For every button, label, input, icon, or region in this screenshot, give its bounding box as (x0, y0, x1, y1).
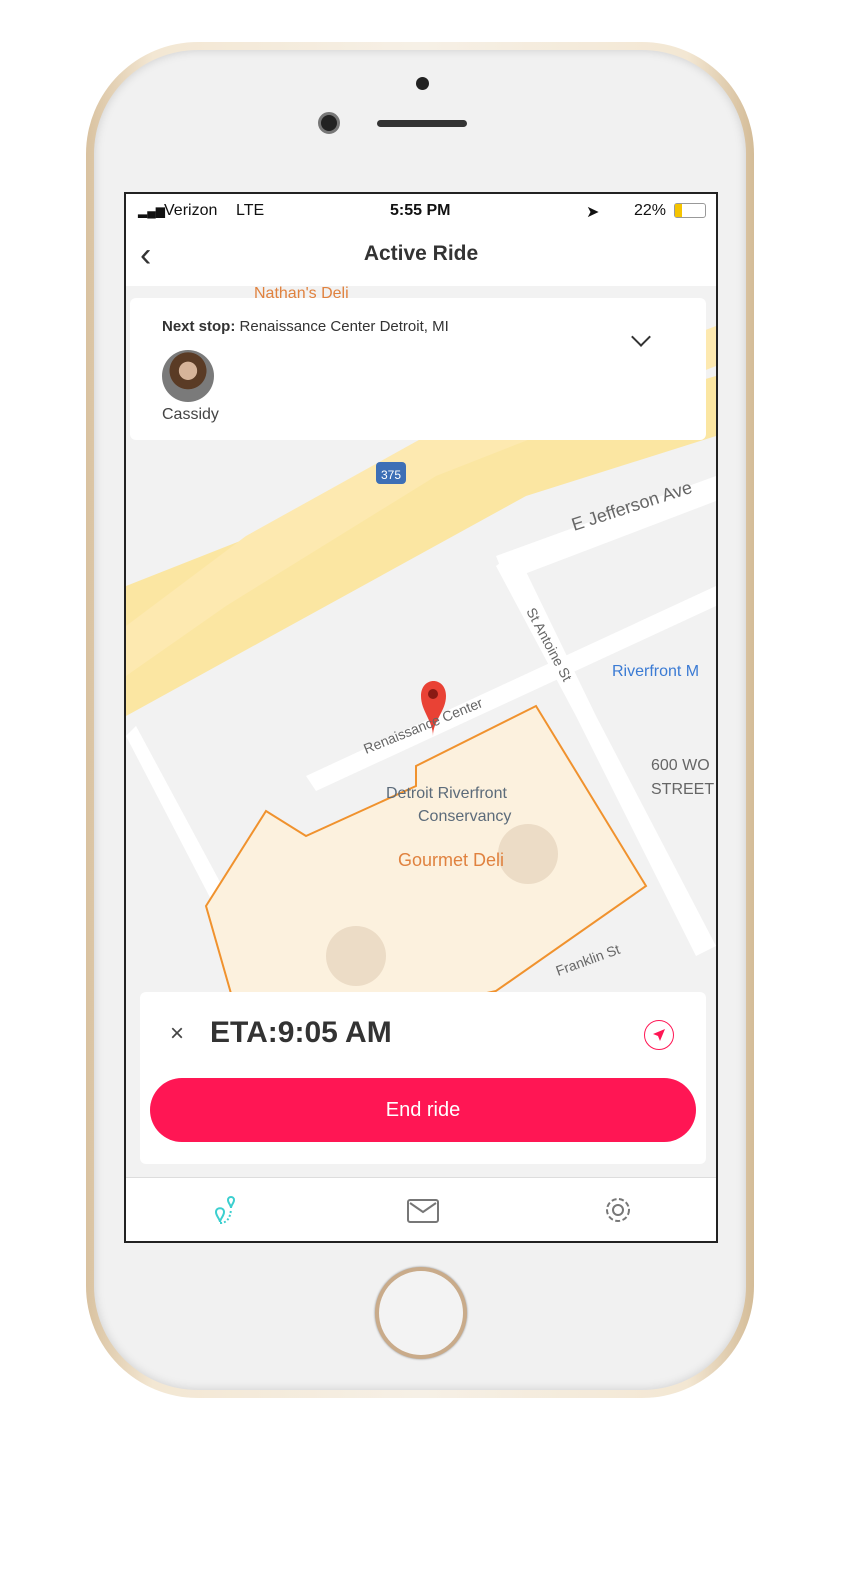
ride-card: × ETA:9:05 AM End ride (140, 992, 706, 1164)
navigate-icon[interactable] (644, 1020, 674, 1050)
screen: Nathan's Deli E Jefferson Ave St Antoine… (124, 192, 718, 1243)
earpiece (377, 120, 467, 127)
network-type: LTE (236, 202, 265, 219)
front-camera (318, 112, 340, 134)
battery-icon (674, 203, 706, 218)
location-arrow-icon: ➤ (586, 204, 600, 221)
chevron-down-icon[interactable] (631, 327, 651, 347)
home-button[interactable] (375, 1267, 467, 1359)
close-icon[interactable]: × (170, 1020, 184, 1048)
poi-gourmet-deli[interactable]: Gourmet Deli (398, 850, 504, 870)
avatar[interactable] (162, 350, 214, 402)
next-stop-value: Renaissance Center Detroit, MI (239, 318, 449, 335)
page-title: Active Ride (363, 242, 479, 265)
tab-route[interactable] (208, 1192, 244, 1228)
carrier: Verizon (164, 202, 218, 219)
next-stop-label: Next stop: (162, 318, 236, 335)
eta: ETA:9:05 AM (210, 1016, 392, 1049)
signal-icon: ▂▄▆ (138, 204, 165, 218)
poi-label: STREET (651, 781, 714, 798)
end-ride-button[interactable]: End ride (150, 1078, 696, 1142)
status-bar: ▂▄▆ Verizon LTE 5:55 PM ➤ 22% (126, 194, 716, 228)
tab-settings[interactable] (600, 1192, 636, 1228)
route-icon (214, 1196, 236, 1224)
next-stop-card: Next stop: Renaissance Center Detroit, M… (130, 298, 706, 440)
clock: 5:55 PM (390, 202, 451, 219)
battery-percent: 22% (634, 202, 667, 219)
next-stop-text: Next stop: Renaissance Center Detroit, M… (162, 318, 449, 335)
gear-icon (606, 1198, 630, 1222)
tab-bar (126, 1177, 716, 1241)
nav-bar: ‹ Active Ride (126, 228, 716, 286)
poi-riverfront[interactable]: Riverfront M (612, 663, 699, 680)
building-round (498, 824, 558, 884)
poi-conservancy[interactable]: Conservancy (418, 808, 511, 825)
poi-label: 600 WO (651, 757, 710, 774)
rider-name: Cassidy (162, 406, 219, 423)
building-round (326, 926, 386, 986)
sensor (416, 77, 429, 90)
poi-conservancy[interactable]: Detroit Riverfront (386, 785, 507, 802)
mail-icon (407, 1199, 439, 1223)
tab-messages[interactable] (405, 1192, 441, 1228)
interstate-label: 375 (381, 468, 401, 482)
